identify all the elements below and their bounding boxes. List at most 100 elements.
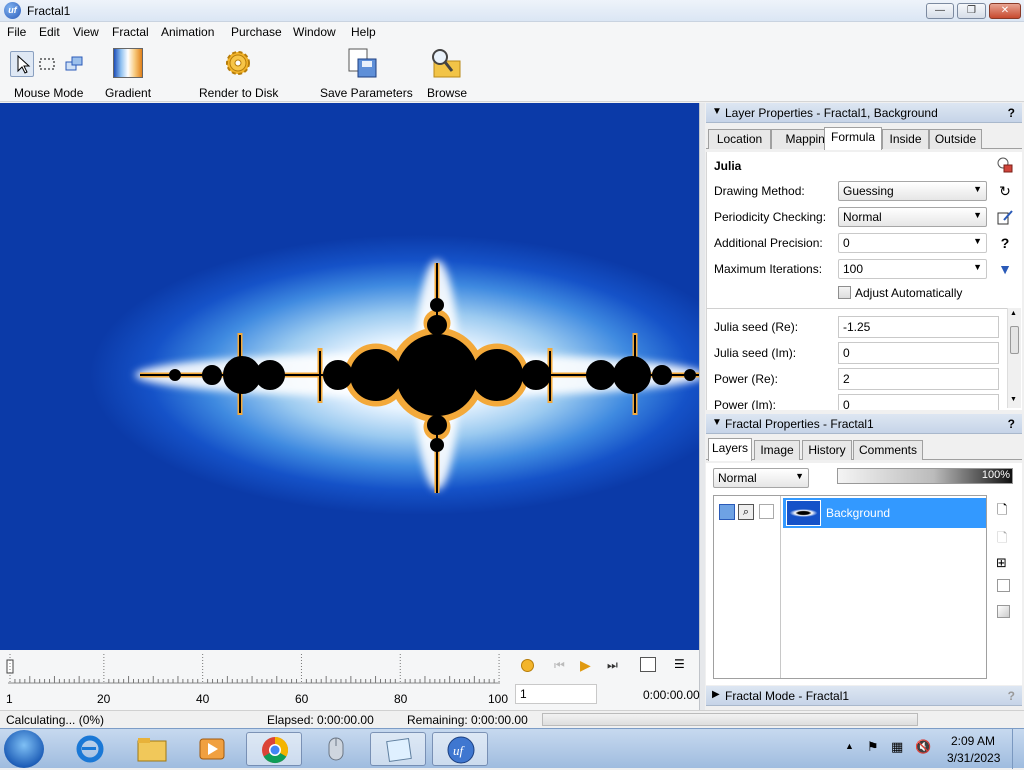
expand-triangle-icon[interactable]: ▼ (997, 261, 1013, 277)
seed-im-input[interactable]: 0 (838, 342, 999, 364)
max-iterations-value: 100 (843, 262, 864, 276)
start-button[interactable] (4, 730, 44, 768)
timeline-ruler[interactable] (0, 650, 505, 690)
properties-scrollbar[interactable]: ▲ ▼ (1007, 308, 1021, 408)
power-im-input[interactable]: 0 (838, 394, 999, 410)
tab-comments[interactable]: Comments (853, 440, 923, 460)
chevron-down-icon: ▼ (973, 210, 982, 220)
fractal-properties-header[interactable]: ▼ Fractal Properties - Fractal1 ? (706, 414, 1022, 434)
window-stack-icon (65, 56, 83, 71)
menu-edit[interactable]: Edit (39, 25, 60, 39)
menu-help[interactable]: Help (351, 25, 376, 39)
seed-re-input[interactable]: -1.25 (838, 316, 999, 338)
precision-select[interactable]: 0 ▼ (838, 233, 987, 253)
gradient-label: Gradient (105, 86, 152, 100)
reset-icon[interactable]: ↻ (997, 183, 1013, 199)
help-icon[interactable]: ? (1008, 106, 1015, 120)
power-re-input[interactable]: 2 (838, 368, 999, 390)
formula-browse-icon[interactable] (997, 157, 1013, 173)
tab-image[interactable]: Image (754, 440, 800, 460)
tab-history[interactable]: History (802, 440, 852, 460)
menu-file[interactable]: File (7, 25, 26, 39)
layer-visibility-toggle[interactable] (719, 504, 735, 520)
fractal-mode-header[interactable]: ▶ Fractal Mode - Fractal1 ? (706, 686, 1022, 706)
clock-time[interactable]: 2:09 AM (951, 734, 995, 748)
menu-animation[interactable]: Animation (161, 25, 214, 39)
next-keyframe-button[interactable]: ⏭ (607, 658, 618, 673)
tick-label-40: 40 (196, 692, 210, 706)
tab-inside[interactable]: Inside (882, 129, 929, 149)
list-icon: ☰ (674, 657, 685, 671)
layer-thumbnail (786, 500, 821, 526)
layer-properties-header[interactable]: ▼ Layer Properties - Fractal1, Backgroun… (706, 103, 1022, 123)
opacity-slider[interactable]: 100% (837, 468, 1013, 484)
taskbar: uf ▲ ⚑ ▦ 🔇 2:09 AM 3/31/2023 (0, 728, 1024, 769)
new-layer-icon[interactable]: 🗋 (997, 501, 1007, 523)
blend-mode-select[interactable]: Normal ▼ (713, 468, 809, 488)
minimize-button[interactable]: — (926, 3, 954, 19)
scroll-up-icon[interactable]: ▲ (1010, 310, 1017, 317)
action-center-flag-icon[interactable]: ⚑ (867, 739, 879, 755)
taskbar-notepad[interactable] (370, 732, 426, 766)
merge-layer-icon[interactable] (997, 605, 1010, 618)
taskbar-ultra-fractal[interactable]: uf (432, 732, 488, 766)
scroll-down-icon[interactable]: ▼ (1010, 396, 1017, 403)
save-parameters-button[interactable] (346, 47, 380, 81)
layer-lock-toggle[interactable] (759, 504, 774, 519)
taskbar-chrome[interactable] (246, 732, 302, 766)
question-icon[interactable]: ? (997, 235, 1013, 251)
gradient-button[interactable] (113, 48, 143, 78)
taskbar-media-player[interactable] (184, 732, 240, 766)
help-icon[interactable]: ? (1008, 689, 1015, 703)
render-to-disk-button[interactable] (222, 47, 254, 79)
restore-button[interactable]: ❐ (957, 3, 986, 19)
layer-row-background[interactable]: Background (783, 498, 986, 528)
clock-date[interactable]: 3/31/2023 (947, 751, 1000, 765)
max-iterations-select[interactable]: 100 ▼ (838, 259, 987, 279)
fractal-canvas[interactable] (0, 103, 699, 650)
menu-fractal[interactable]: Fractal (112, 25, 149, 39)
record-button[interactable] (521, 659, 534, 672)
browse-button[interactable] (428, 47, 462, 81)
keyframe-list-button[interactable]: ☰ (674, 657, 685, 671)
gear-icon (226, 51, 250, 75)
show-desktop-button[interactable] (1012, 729, 1024, 769)
edit-formula-icon[interactable] (997, 209, 1013, 225)
taskbar-mouse-settings[interactable] (308, 732, 364, 766)
periodicity-select[interactable]: Normal ▼ (838, 207, 987, 227)
periodicity-label: Periodicity Checking: (714, 210, 827, 224)
select-rect-tool-button[interactable] (38, 55, 56, 73)
layer-zoom-toggle[interactable]: ⌕ (738, 504, 754, 520)
volume-muted-icon[interactable]: 🔇 (915, 739, 931, 755)
julia-fractal-image (135, 260, 699, 493)
panel-splitter[interactable] (699, 103, 705, 710)
keyframe-timing-button[interactable] (640, 657, 656, 672)
layer-option-icon[interactable] (997, 579, 1010, 592)
zoom-rect-tool-button[interactable] (64, 54, 84, 74)
taskbar-file-explorer[interactable] (124, 732, 180, 766)
adjust-automatically-checkbox[interactable] (838, 286, 851, 299)
tab-formula[interactable]: Formula (824, 127, 882, 150)
pointer-tool-button[interactable] (10, 51, 34, 77)
tray-expand-icon[interactable]: ▲ (845, 741, 854, 751)
magnifier-icon: ⌕ (742, 506, 750, 518)
scroll-thumb[interactable] (1010, 326, 1019, 354)
close-button[interactable]: ✕ (989, 3, 1021, 19)
drawing-method-select[interactable]: Guessing ▼ (838, 181, 987, 201)
menu-window[interactable]: Window (293, 25, 336, 39)
frame-input[interactable]: 1 (515, 684, 597, 704)
network-icon[interactable]: ▦ (891, 739, 903, 755)
menu-view[interactable]: View (73, 25, 99, 39)
tab-layers[interactable]: Layers (708, 438, 752, 461)
layer-properties-tabs: Location Mapping Formula Inside Outside (706, 127, 1022, 150)
new-mask-icon[interactable]: ⊞ (996, 555, 1007, 571)
tab-outside[interactable]: Outside (929, 129, 982, 149)
play-button[interactable]: ▶ (580, 657, 591, 674)
help-icon[interactable]: ? (1008, 417, 1015, 431)
taskbar-internet-explorer[interactable] (62, 732, 118, 766)
blend-mode-value: Normal (718, 471, 757, 485)
save-parameters-icon (348, 48, 377, 78)
tab-location[interactable]: Location (708, 129, 771, 149)
menu-purchase[interactable]: Purchase (231, 25, 282, 39)
skip-forward-icon: ⏭ (607, 658, 618, 672)
